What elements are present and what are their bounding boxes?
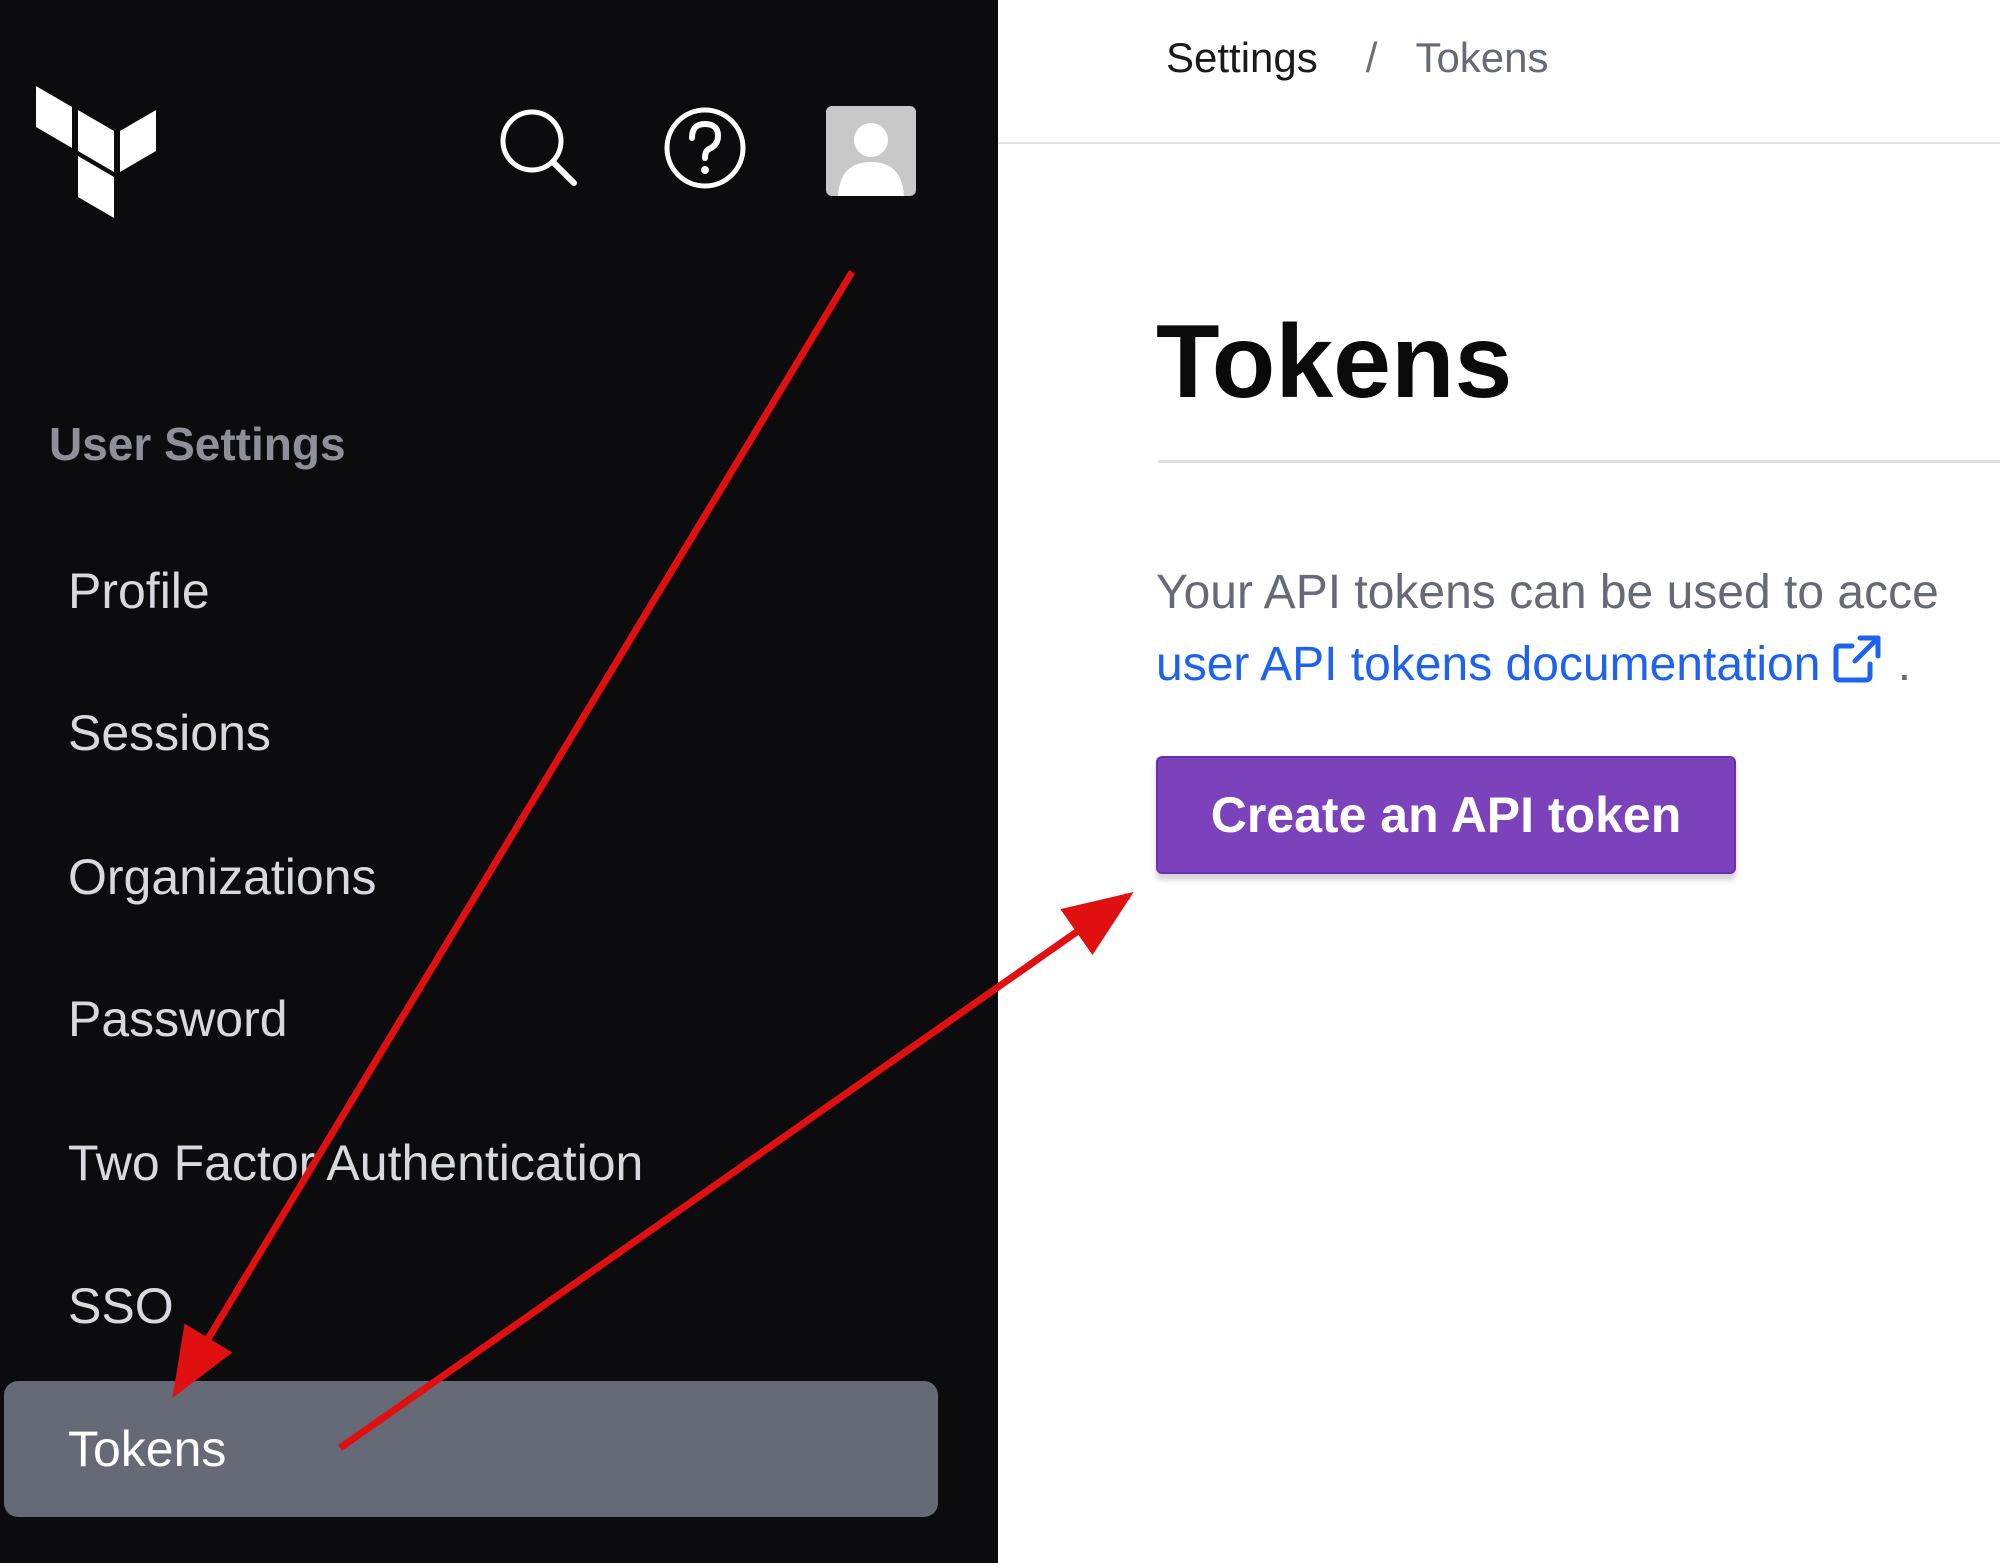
sidebar-item-two-factor-authentication[interactable]: Two Factor Authentication bbox=[4, 1095, 938, 1231]
header-divider bbox=[998, 142, 2000, 144]
doc-link-line: user API tokens documentation . bbox=[1156, 632, 1911, 696]
help-icon[interactable] bbox=[660, 103, 750, 193]
description-text: Your API tokens can be used to acce bbox=[1156, 566, 1939, 619]
breadcrumb-settings-link[interactable]: Settings bbox=[1166, 34, 1318, 81]
sidebar-item-label: Two Factor Authentication bbox=[68, 1135, 644, 1191]
avatar[interactable] bbox=[826, 106, 916, 196]
sidebar-item-label: Organizations bbox=[68, 849, 377, 905]
sidebar-item-sessions[interactable]: Sessions bbox=[4, 665, 938, 801]
sidebar-item-label: Password bbox=[68, 991, 288, 1047]
doc-link-text: user API tokens documentation bbox=[1156, 638, 1821, 691]
external-link-icon bbox=[1833, 635, 1881, 683]
sidebar-item-password[interactable]: Password bbox=[4, 951, 938, 1087]
page-title: Tokens bbox=[1156, 304, 1513, 420]
api-tokens-docs-link[interactable]: user API tokens documentation bbox=[1156, 635, 1898, 691]
sidebar-item-organizations[interactable]: Organizations bbox=[4, 809, 938, 945]
sidebar-item-label: SSO bbox=[68, 1278, 174, 1334]
breadcrumb-separator: / bbox=[1365, 34, 1378, 81]
user-icon bbox=[838, 123, 904, 196]
sidebar-item-label: Sessions bbox=[68, 705, 271, 761]
create-api-token-button[interactable]: Create an API token bbox=[1156, 756, 1736, 874]
sidebar-item-profile[interactable]: Profile bbox=[4, 523, 938, 659]
main-content: Settings / Tokens Tokens Your API tokens c… bbox=[998, 0, 2000, 1563]
sidebar-item-tokens[interactable]: Tokens bbox=[4, 1381, 938, 1517]
terraform-logo[interactable] bbox=[32, 86, 156, 220]
breadcrumb-current: Tokens bbox=[1415, 34, 1549, 81]
section-label-user-settings: User Settings bbox=[49, 418, 346, 470]
sidebar-item-sso[interactable]: SSO bbox=[4, 1238, 938, 1374]
sidebar: User Settings Profile Sessions Organizat… bbox=[0, 0, 998, 1563]
breadcrumb: Settings / Tokens bbox=[1166, 30, 1549, 86]
sidebar-item-label: Tokens bbox=[68, 1421, 227, 1477]
search-icon[interactable] bbox=[494, 103, 584, 193]
doc-link-suffix: . bbox=[1897, 638, 1912, 691]
sidebar-item-label: Profile bbox=[68, 563, 210, 619]
title-divider bbox=[1158, 460, 2000, 463]
